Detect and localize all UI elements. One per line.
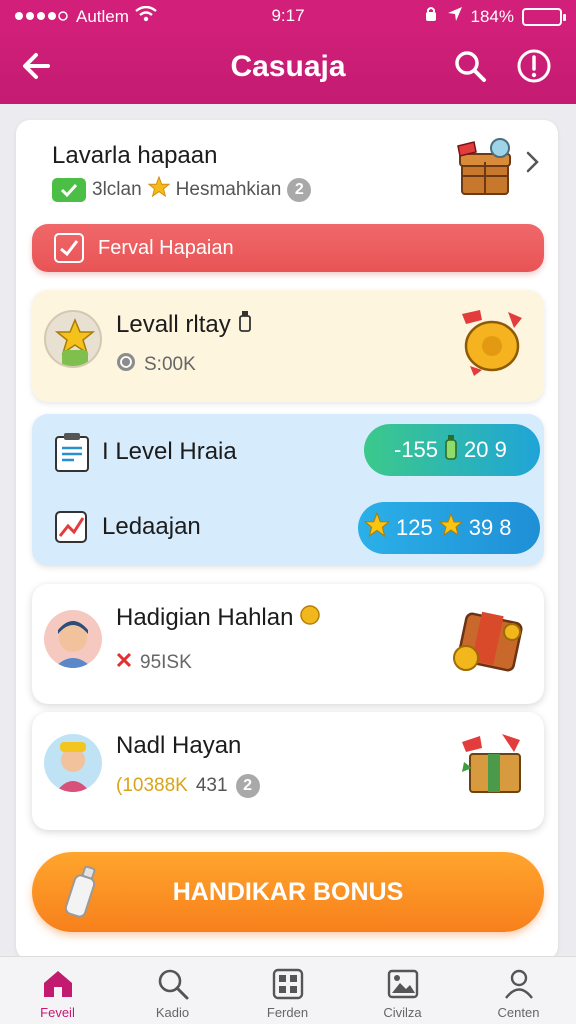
check-badge-icon <box>52 178 86 202</box>
avatar <box>44 610 102 668</box>
tab-feveil[interactable]: Feveil <box>0 957 115 1024</box>
picture-icon <box>387 969 418 999</box>
status-bar: Autlem 9:17 184% <box>0 0 576 32</box>
level-list-item-1[interactable]: I Level Hraia <box>102 438 237 466</box>
level-card-title-text: Levall rltay <box>116 311 231 338</box>
tab-label: Civilza <box>383 1005 422 1020</box>
clipboard-icon <box>54 432 90 472</box>
treasure-chest-icon <box>452 136 516 200</box>
player-2-value: (10388K <box>116 775 188 796</box>
alert-bar[interactable]: Ferval Hapaian <box>32 224 544 272</box>
tab-civilza[interactable]: Civilza <box>345 957 460 1024</box>
search-icon[interactable] <box>450 46 490 86</box>
score-pill-2[interactable]: 125 39 8 <box>358 502 540 554</box>
section-title: Lavarla hapaan <box>52 142 218 169</box>
player-2-extra: 431 <box>195 775 228 796</box>
tab-label: Centen <box>497 1005 540 1020</box>
close-x-icon <box>116 652 132 674</box>
coin-icon <box>116 352 136 378</box>
app-bar: Casuaja <box>0 32 576 104</box>
suitcase-icon <box>452 604 524 676</box>
bottle-icon <box>58 862 106 922</box>
level-card-meta: S:00K <box>116 352 196 378</box>
battery-percent: 184% <box>470 6 514 26</box>
location-icon <box>447 6 463 27</box>
checkbox-icon <box>54 233 84 263</box>
sub-label: 3lclan <box>92 179 142 200</box>
alert-label: Ferval Hapaian <box>98 236 234 259</box>
level-card-value: S:00K <box>144 354 196 375</box>
tab-label: Feveil <box>40 1005 75 1020</box>
score-pill-1-right: 20 9 <box>464 437 507 462</box>
level-card-title: Levall rltay <box>116 310 253 339</box>
tab-ferden[interactable]: Ferden <box>230 957 345 1024</box>
gift-box-icon <box>458 728 530 800</box>
battery-icon <box>522 7 566 26</box>
score-pill-1-left: -155 <box>394 437 439 462</box>
home-icon <box>43 971 72 997</box>
tab-label: Ferden <box>266 1005 309 1020</box>
score-pill-1[interactable]: -155 20 9 <box>364 424 540 476</box>
tab-label: Kadio <box>155 1005 190 1020</box>
player-2-title: Nadl Hayan <box>116 732 242 759</box>
level-list-item-2[interactable]: Ledaajan <box>102 513 201 541</box>
section-subtitle: 3lclan Hesmahkian 2 <box>52 175 312 204</box>
user-icon <box>504 969 533 999</box>
orientation-lock-icon <box>423 6 439 27</box>
coin-bag-icon <box>456 304 528 376</box>
avatar <box>44 310 102 368</box>
chevron-right-icon[interactable] <box>520 148 544 176</box>
score-pill-2-right: 39 8 <box>468 515 512 540</box>
player-1-value: 95ISK <box>140 652 192 673</box>
player-1-title-text: Hadigian Hahlan <box>116 604 294 631</box>
star-icon <box>438 512 464 543</box>
star-icon <box>363 511 391 544</box>
player-1-meta: 95ISK <box>116 652 192 674</box>
avatar <box>44 734 102 792</box>
star-icon <box>147 175 171 204</box>
info-icon[interactable] <box>514 46 554 86</box>
gold-coin-icon <box>300 604 320 631</box>
grid-icon <box>272 968 303 1000</box>
count-badge: 2 <box>287 178 312 202</box>
tab-kadio[interactable]: Kadio <box>115 957 230 1024</box>
bottom-tab-bar: Feveil Kadio Ferden Civilza Centen <box>0 956 576 1024</box>
player-2-meta: (10388K 431 2 <box>116 774 260 798</box>
sub-name: Hesmahkian <box>175 179 282 200</box>
search-icon <box>158 969 188 1000</box>
tab-centen[interactable]: Centen <box>461 957 576 1024</box>
player-1-title: Hadigian Hahlan <box>116 604 320 632</box>
potion-icon <box>444 434 458 466</box>
score-pill-2-left: 125 <box>396 515 433 540</box>
chart-trend-icon <box>54 510 88 544</box>
count-badge: 2 <box>235 774 260 798</box>
bottle-icon <box>237 311 253 338</box>
bonus-button[interactable]: HANDIKAR BONUS <box>32 852 544 932</box>
